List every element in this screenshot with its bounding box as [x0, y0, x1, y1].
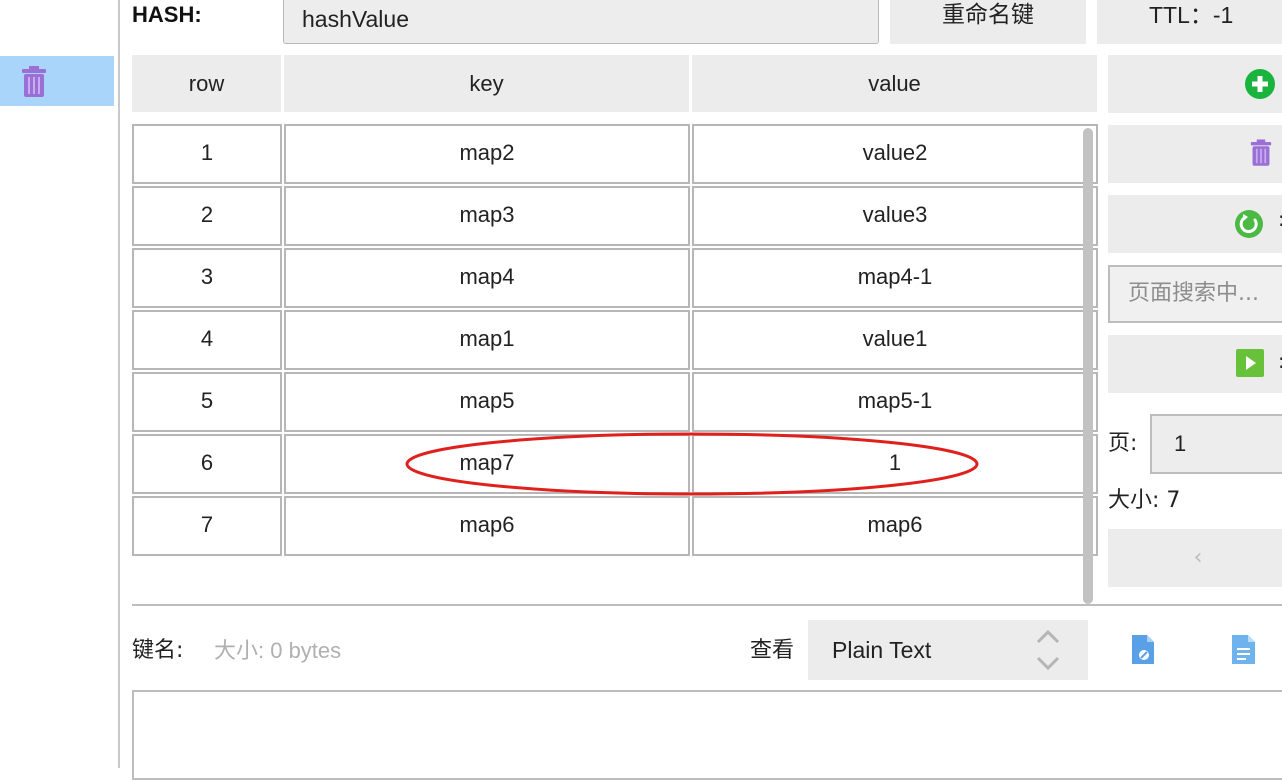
copy-file-icon[interactable] [1130, 634, 1158, 666]
key-name-input[interactable]: hashValue [283, 0, 879, 44]
table-scrollbar[interactable] [1083, 128, 1093, 604]
ttl-button[interactable]: TTL：-1 [1097, 0, 1282, 44]
value-cell[interactable]: map6 [692, 496, 1098, 556]
add-row-button[interactable] [1108, 55, 1282, 113]
column-header-value[interactable]: value [692, 55, 1097, 112]
row-number-cell[interactable]: 6 [132, 434, 282, 494]
select-arrows-icon [1036, 629, 1060, 671]
play-icon [1236, 349, 1264, 377]
page-label: 页: [1108, 431, 1138, 456]
value-editor[interactable] [132, 690, 1282, 780]
column-header-key[interactable]: key [284, 55, 689, 112]
key-cell[interactable]: map2 [284, 124, 690, 184]
refresh-button[interactable]: : [1108, 195, 1282, 253]
delete-row-button[interactable] [1108, 125, 1282, 183]
refresh-icon [1235, 210, 1263, 238]
value-cell[interactable]: 1 [692, 434, 1098, 494]
key-cell[interactable]: map7 [284, 434, 690, 494]
plus-circle-icon [1245, 69, 1275, 99]
value-cell[interactable]: map5-1 [692, 372, 1098, 432]
value-cell[interactable]: value2 [692, 124, 1098, 184]
row-number-cell[interactable]: 7 [132, 496, 282, 556]
previous-page-button[interactable]: ‹ [1108, 529, 1282, 587]
view-format-label: 查看 [750, 638, 795, 663]
row-number-cell[interactable]: 1 [132, 124, 282, 184]
truncated-label: : [1278, 207, 1282, 231]
trash-icon[interactable] [21, 66, 47, 98]
page-number-input[interactable]: 1 [1150, 414, 1282, 474]
key-cell[interactable]: map1 [284, 310, 690, 370]
key-size-label: 大小: 0 bytes [214, 638, 342, 663]
sidebar-selected-item[interactable] [0, 56, 114, 106]
value-cell[interactable]: value1 [692, 310, 1098, 370]
value-cell[interactable]: map4-1 [692, 248, 1098, 308]
row-number-cell[interactable]: 2 [132, 186, 282, 246]
sidebar-divider[interactable] [118, 0, 120, 768]
column-header-row[interactable]: row [132, 55, 281, 112]
truncated-label: : [1278, 349, 1282, 373]
rename-key-button[interactable]: 重命名键 [890, 0, 1086, 44]
trash-icon [1250, 139, 1272, 166]
sidebar [0, 0, 118, 768]
key-cell[interactable]: map3 [284, 186, 690, 246]
key-type-label: HASH: [132, 2, 202, 27]
key-name-label: 键名: [132, 638, 184, 663]
value-cell[interactable]: value3 [692, 186, 1098, 246]
row-number-cell[interactable]: 4 [132, 310, 282, 370]
key-cell[interactable]: map6 [284, 496, 690, 556]
key-cell[interactable]: map4 [284, 248, 690, 308]
row-number-cell[interactable]: 5 [132, 372, 282, 432]
key-cell[interactable]: map5 [284, 372, 690, 432]
table-divider [132, 604, 1282, 606]
run-button[interactable]: : [1108, 335, 1282, 393]
row-count-label: 大小: 7 [1108, 488, 1181, 513]
page-search-input[interactable]: 页面搜索中... [1108, 265, 1282, 323]
document-icon[interactable] [1231, 634, 1257, 666]
row-number-cell[interactable]: 3 [132, 248, 282, 308]
